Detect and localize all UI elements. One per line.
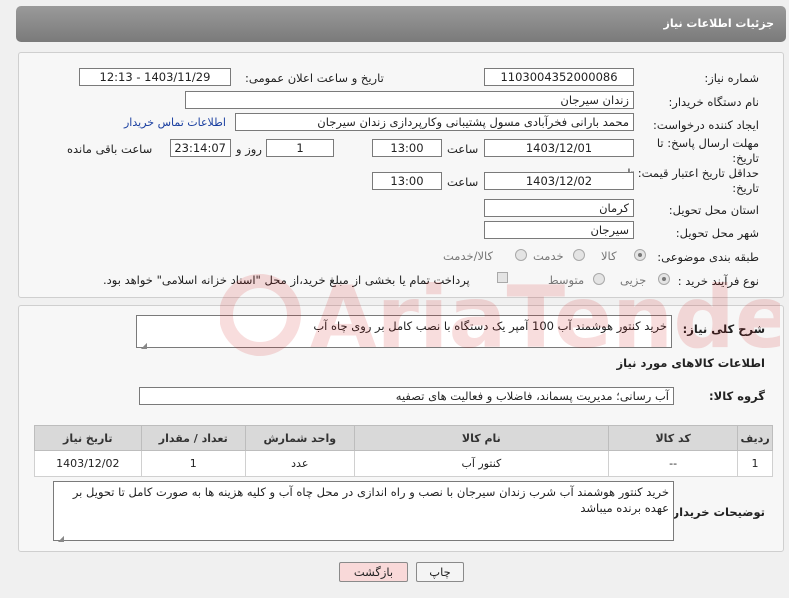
category-option-goods: کالا xyxy=(601,249,617,263)
col-need-date: تاریخ نیاز xyxy=(34,425,142,451)
province-label: استان محل تحویل: xyxy=(668,203,759,217)
creator-field: محمد بارانی فخرآبادی مسول پشتیبانی وکارپ… xyxy=(235,113,634,131)
category-radio-goods[interactable] xyxy=(634,249,646,261)
deadline-time-field: 13:00 xyxy=(372,139,442,157)
validity-label-line2: تاریخ: xyxy=(732,181,759,195)
category-radio-service[interactable] xyxy=(573,249,585,261)
validity-time-field: 13:00 xyxy=(372,172,442,190)
province-field: کرمان xyxy=(484,199,634,217)
category-radio-goods-service[interactable] xyxy=(515,249,527,261)
city-field: سیرجان xyxy=(484,221,634,239)
buyer-org-field: زندان سیرجان xyxy=(185,91,634,109)
creator-label: ایجاد کننده درخواست: xyxy=(653,118,759,132)
deadline-date-field: 1403/12/01 xyxy=(484,139,634,157)
cell-quantity: 1 xyxy=(140,450,246,477)
buyer-notes-field: خرید کنتور هوشمند آب شرب زندان سیرجان با… xyxy=(53,481,674,543)
goods-group-field: آب رسانی؛ مدیریت پسماند، فاضلاب و فعالیت… xyxy=(139,387,674,405)
buyer-notes-label: توضیحات خریدار: xyxy=(667,505,765,519)
cell-row-number: 1 xyxy=(737,450,773,477)
deadline-time-label: ساعت xyxy=(447,142,479,156)
treasury-payment-checkbox[interactable] xyxy=(497,272,508,283)
resize-grip-icon[interactable]: ◢ xyxy=(56,531,64,543)
back-button[interactable]: بازگشت xyxy=(339,562,408,582)
announce-date-field: 1403/11/29 - 12:13 xyxy=(79,68,231,86)
process-option-medium: متوسط xyxy=(548,273,585,287)
buyer-contact-link[interactable]: اطلاعات تماس خریدار xyxy=(124,116,226,129)
goods-info-title: اطلاعات کالاهای مورد نیاز xyxy=(616,356,765,370)
col-unit: واحد شمارش xyxy=(244,425,355,451)
goods-group-label: گروه کالا: xyxy=(709,389,765,403)
buyer-notes-text: خرید کنتور هوشمند آب شرب زندان سیرجان با… xyxy=(72,485,669,515)
category-option-goods-service: کالا/خدمت xyxy=(443,249,494,263)
process-radio-medium[interactable] xyxy=(593,273,605,285)
need-number-label: شماره نیاز: xyxy=(704,71,759,85)
col-row-number: ردیف xyxy=(737,425,773,451)
validity-label: حداقل تاریخ اعتبار قیمت: تا تاریخ: xyxy=(627,166,759,196)
col-item-name: نام کالا xyxy=(353,425,610,451)
cell-unit: عدد xyxy=(244,450,355,477)
deadline-label: مهلت ارسال پاسخ: تا تاریخ: xyxy=(657,136,759,166)
page-header: جزئیات اطلاعات نیاز xyxy=(16,6,786,42)
remaining-time-label: ساعت باقی مانده xyxy=(67,142,153,156)
process-option-minor: جزیی xyxy=(620,273,647,287)
table-row[interactable]: 1 -- کنتور آب عدد 1 1403/12/02 xyxy=(34,450,773,477)
process-label: نوع فرآیند خرید : xyxy=(677,274,759,288)
cell-item-name: کنتور آب xyxy=(353,450,610,477)
city-label: شهر محل تحویل: xyxy=(675,226,759,240)
validity-label-line1: حداقل تاریخ اعتبار قیمت: تا xyxy=(627,166,759,180)
summary-label: شرح کلی نیاز: xyxy=(682,322,765,336)
deadline-label-line1: مهلت ارسال پاسخ: تا xyxy=(656,136,759,150)
resize-grip-icon[interactable]: ◢ xyxy=(139,338,147,350)
category-label: طبقه بندی موضوعی: xyxy=(657,250,759,264)
need-number-field: 1103004352000086 xyxy=(484,68,634,86)
days-remaining-field: 1 xyxy=(266,139,334,157)
cell-need-date: 1403/12/02 xyxy=(34,450,142,477)
treasury-payment-note: پرداخت تمام یا بخشی از مبلغ خرید،از محل … xyxy=(103,273,470,287)
page-title: جزئیات اطلاعات نیاز xyxy=(663,17,775,30)
summary-field: خرید کنتور هوشمند آب 100 آمپر یک دستگاه … xyxy=(136,315,672,350)
validity-date-field: 1403/12/02 xyxy=(484,172,634,190)
print-button[interactable]: چاپ xyxy=(416,562,464,582)
announce-date-label: تاریخ و ساعت اعلان عمومی: xyxy=(245,71,384,85)
summary-text: خرید کنتور هوشمند آب 100 آمپر یک دستگاه … xyxy=(313,319,667,333)
remaining-time-field: 23:14:07 xyxy=(170,139,231,157)
table-header-row: ردیف کد کالا نام کالا واحد شمارش تعداد /… xyxy=(34,425,773,451)
buyer-org-label: نام دستگاه خریدار: xyxy=(668,95,759,109)
goods-table: ردیف کد کالا نام کالا واحد شمارش تعداد /… xyxy=(34,425,773,477)
cell-item-code: -- xyxy=(608,450,739,477)
col-item-code: کد کالا xyxy=(608,425,739,451)
process-radio-minor[interactable] xyxy=(658,273,670,285)
validity-time-label: ساعت xyxy=(447,175,479,189)
days-label: روز و xyxy=(236,142,262,156)
deadline-label-line2: تاریخ: xyxy=(732,151,759,165)
category-option-service: خدمت xyxy=(533,249,564,263)
col-quantity: تعداد / مقدار xyxy=(140,425,246,451)
